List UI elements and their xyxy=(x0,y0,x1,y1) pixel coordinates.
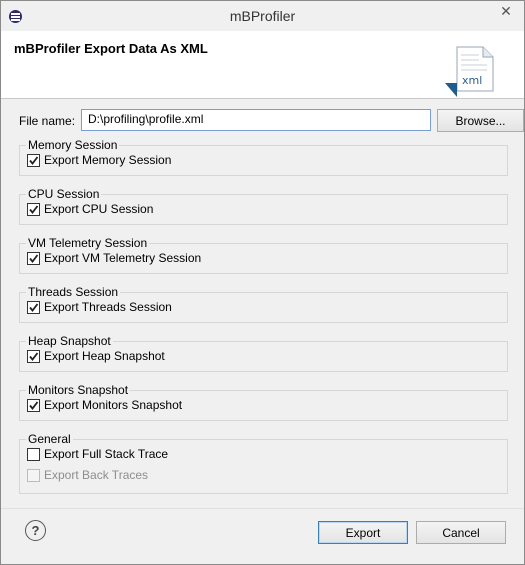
group-cpu-session: CPU Session Export CPU Session xyxy=(19,187,508,225)
checkbox-label: Export Threads Session xyxy=(44,300,172,314)
group-vm-telemetry-session: VM Telemetry Session Export VM Telemetry … xyxy=(19,236,508,274)
checkbox-label: Export Full Stack Trace xyxy=(44,447,169,461)
group-monitors-snapshot: Monitors Snapshot Export Monitors Snapsho… xyxy=(19,383,508,421)
checkbox-export-full-stack-trace[interactable]: Export Full Stack Trace xyxy=(27,446,168,462)
checkbox-unchecked-icon xyxy=(27,468,40,482)
browse-button[interactable]: Browse... xyxy=(437,109,524,132)
checkbox-export-heap-snapshot[interactable]: Export Heap Snapshot xyxy=(27,348,165,364)
checkbox-export-monitors-snapshot[interactable]: Export Monitors Snapshot xyxy=(27,397,182,413)
checkbox-checked-icon[interactable] xyxy=(27,153,40,167)
checkbox-export-cpu-session[interactable]: Export CPU Session xyxy=(27,201,153,217)
xml-file-icon: xml xyxy=(445,46,494,97)
checkbox-export-vm-telemetry-session[interactable]: Export VM Telemetry Session xyxy=(27,250,201,266)
group-label: CPU Session xyxy=(26,187,102,201)
checkbox-export-memory-session[interactable]: Export Memory Session xyxy=(27,152,171,168)
close-icon: ✕ xyxy=(500,3,512,19)
dialog-window: mBProfiler ✕ mBProfiler Export Data As X… xyxy=(0,0,525,565)
checkbox-export-back-traces: Export Back Traces xyxy=(27,467,148,483)
footer-separator xyxy=(1,508,524,509)
checkbox-label: Export Back Traces xyxy=(44,468,149,482)
group-memory-session: Memory Session Export Memory Session xyxy=(19,138,508,176)
file-name-label: File name: xyxy=(19,114,76,128)
checkbox-label: Export CPU Session xyxy=(44,202,154,216)
checkbox-checked-icon[interactable] xyxy=(27,300,40,314)
checkbox-label: Export VM Telemetry Session xyxy=(44,251,202,265)
dialog-header: mBProfiler Export Data As XML xml xyxy=(1,31,524,99)
help-icon[interactable]: ? xyxy=(25,520,46,541)
xml-icon-label: xml xyxy=(462,74,482,87)
checkbox-label: Export Memory Session xyxy=(44,153,172,167)
group-label: Threads Session xyxy=(26,285,121,299)
cancel-button[interactable]: Cancel xyxy=(416,521,506,544)
checkbox-unchecked-icon[interactable] xyxy=(27,447,40,461)
checkbox-label: Export Monitors Snapshot xyxy=(44,398,183,412)
file-name-input[interactable]: D:\profiling\profile.xml xyxy=(81,109,431,131)
window-title: mBProfiler xyxy=(229,8,296,24)
group-threads-session: Threads Session Export Threads Session xyxy=(19,285,508,323)
group-label: Heap Snapshot xyxy=(26,334,113,348)
checkbox-label: Export Heap Snapshot xyxy=(44,349,165,363)
checkbox-export-threads-session[interactable]: Export Threads Session xyxy=(27,299,172,315)
group-label: Memory Session xyxy=(26,138,120,152)
checkbox-checked-icon[interactable] xyxy=(27,398,40,412)
export-button[interactable]: Export xyxy=(318,521,408,544)
group-label: VM Telemetry Session xyxy=(26,236,150,250)
title-bar[interactable]: mBProfiler ✕ xyxy=(1,1,524,31)
group-label: Monitors Snapshot xyxy=(26,383,131,397)
checkbox-checked-icon[interactable] xyxy=(27,251,40,265)
group-label: General xyxy=(26,432,73,446)
page-title: mBProfiler Export Data As XML xyxy=(14,41,208,56)
group-general: General Export Full Stack Trace Export Bac… xyxy=(19,432,508,494)
checkbox-checked-icon[interactable] xyxy=(27,202,40,216)
close-button[interactable]: ✕ xyxy=(489,1,523,22)
checkbox-checked-icon[interactable] xyxy=(27,349,40,363)
group-heap-snapshot: Heap Snapshot Export Heap Snapshot xyxy=(19,334,508,372)
file-row: File name: D:\profiling\profile.xml Brow… xyxy=(19,109,524,133)
